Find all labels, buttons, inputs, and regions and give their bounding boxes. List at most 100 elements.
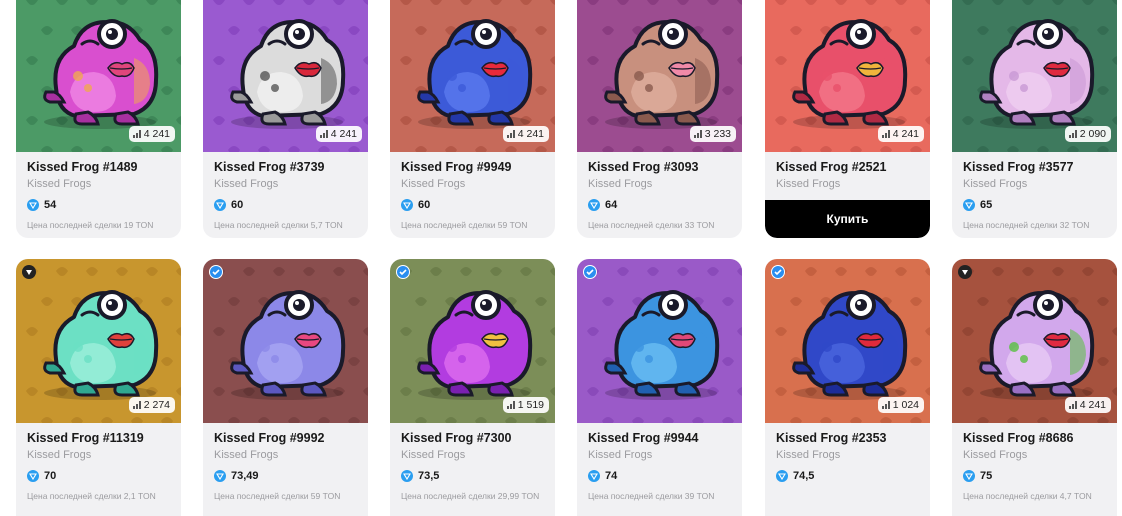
ton-icon (776, 470, 788, 482)
supply-count: 3 233 (689, 126, 736, 142)
price-value: 73,5 (418, 470, 440, 482)
nft-grid: 4 241 Kissed Frog #1489 Kissed Frogs 54 … (0, 0, 1122, 516)
last-sale-price: Цена последней сделки 59 TON (401, 220, 528, 230)
nft-card[interactable]: 2 274 Kissed Frog #11319 Kissed Frogs 70… (16, 259, 181, 516)
nft-card[interactable]: Kissed Frog #9944 Kissed Frogs 74 Цена п… (577, 259, 742, 516)
collection-name[interactable]: Kissed Frogs (401, 449, 547, 461)
signal-bars-icon (506, 401, 515, 409)
supply-count-value: 4 241 (892, 128, 919, 140)
nft-thumbnail[interactable]: 2 090 (952, 0, 1117, 152)
nft-thumbnail[interactable]: 4 241 (16, 0, 181, 152)
nft-title[interactable]: Kissed Frog #7300 (401, 431, 547, 445)
price-value: 75 (980, 470, 993, 482)
signal-bars-icon (132, 401, 141, 409)
signal-bars-icon (693, 130, 702, 138)
nft-title[interactable]: Kissed Frog #3093 (588, 160, 734, 174)
price: 54 (27, 199, 173, 211)
nft-title[interactable]: Kissed Frog #1489 (27, 160, 173, 174)
supply-count-value: 4 241 (143, 128, 170, 140)
nft-card[interactable]: 4 241 Kissed Frog #9949 Kissed Frogs 60 … (390, 0, 555, 238)
supply-count-value: 3 233 (704, 128, 731, 140)
nft-title[interactable]: Kissed Frog #3577 (963, 160, 1109, 174)
nft-title[interactable]: Kissed Frog #11319 (27, 431, 173, 445)
price-value: 60 (418, 199, 431, 211)
last-sale-price: Цена последней сделки 29,99 TON (401, 491, 540, 501)
price-value: 64 (605, 199, 618, 211)
collection-name[interactable]: Kissed Frogs (27, 449, 173, 461)
collection-name[interactable]: Kissed Frogs (588, 449, 734, 461)
premium-badge-icon (22, 265, 36, 279)
ton-icon (588, 470, 600, 482)
ton-icon (588, 199, 600, 211)
verified-badge-icon (396, 265, 410, 279)
signal-bars-icon (881, 401, 890, 409)
collection-name[interactable]: Kissed Frogs (401, 178, 547, 190)
supply-count: 4 241 (502, 126, 549, 142)
nft-thumbnail[interactable] (577, 259, 742, 423)
ton-icon (214, 470, 226, 482)
nft-title[interactable]: Kissed Frog #9944 (588, 431, 734, 445)
nft-thumbnail[interactable]: 4 241 (952, 259, 1117, 423)
supply-count: 1 024 (877, 397, 924, 413)
nft-title[interactable]: Kissed Frog #9992 (214, 431, 360, 445)
nft-card[interactable]: 1 519 Kissed Frog #7300 Kissed Frogs 73,… (390, 259, 555, 516)
collection-name[interactable]: Kissed Frogs (963, 449, 1109, 461)
price: 60 (401, 199, 547, 211)
collection-name[interactable]: Kissed Frogs (214, 449, 360, 461)
nft-card[interactable]: Kissed Frog #9992 Kissed Frogs 73,49 Цен… (203, 259, 368, 516)
price: 70 (27, 470, 173, 482)
collection-name[interactable]: Kissed Frogs (776, 449, 922, 461)
verified-badge-icon (771, 265, 785, 279)
price: 64 (588, 199, 734, 211)
last-sale-price: Цена последней сделки 4,7 TON (963, 491, 1092, 501)
supply-count-value: 1 024 (892, 399, 919, 411)
nft-title[interactable]: Kissed Frog #2353 (776, 431, 922, 445)
last-sale-price: Цена последней сделки 5,7 TON (214, 220, 343, 230)
signal-bars-icon (1068, 130, 1077, 138)
ton-icon (963, 199, 975, 211)
supply-count-value: 1 519 (517, 399, 544, 411)
price-value: 74,5 (793, 470, 815, 482)
ton-icon (401, 199, 413, 211)
nft-thumbnail[interactable]: 1 024 (765, 259, 930, 423)
nft-title[interactable]: Kissed Frog #9949 (401, 160, 547, 174)
nft-title[interactable]: Kissed Frog #8686 (963, 431, 1109, 445)
supply-count: 1 519 (502, 397, 549, 413)
verified-badge-icon (583, 265, 597, 279)
nft-card[interactable]: 4 241 Kissed Frog #1489 Kissed Frogs 54 … (16, 0, 181, 238)
nft-card[interactable]: 4 241 Kissed Frog #3739 Kissed Frogs 60 … (203, 0, 368, 238)
ton-icon (401, 470, 413, 482)
collection-name[interactable]: Kissed Frogs (588, 178, 734, 190)
nft-thumbnail[interactable] (203, 259, 368, 423)
signal-bars-icon (132, 130, 141, 138)
nft-thumbnail[interactable]: 2 274 (16, 259, 181, 423)
price: 60 (214, 199, 360, 211)
collection-name[interactable]: Kissed Frogs (776, 178, 922, 190)
nft-title[interactable]: Kissed Frog #2521 (776, 160, 922, 174)
nft-thumbnail[interactable]: 3 233 (577, 0, 742, 152)
last-sale-price: Цена последней сделки 59 TON (214, 491, 341, 501)
ton-icon (963, 470, 975, 482)
nft-thumbnail[interactable]: 4 241 (390, 0, 555, 152)
ton-icon (27, 470, 39, 482)
buy-button[interactable]: Купить (765, 200, 930, 238)
collection-name[interactable]: Kissed Frogs (214, 178, 360, 190)
nft-card[interactable]: 4 241 Kissed Frog #8686 Kissed Frogs 75 … (952, 259, 1117, 516)
price: 74,5 (776, 470, 922, 482)
nft-card[interactable]: 2 090 Kissed Frog #3577 Kissed Frogs 65 … (952, 0, 1117, 238)
frog-image (604, 290, 720, 400)
frog-image (230, 290, 346, 400)
nft-thumbnail[interactable]: 1 519 (390, 259, 555, 423)
collection-name[interactable]: Kissed Frogs (27, 178, 173, 190)
nft-thumbnail[interactable]: 4 241 (203, 0, 368, 152)
nft-card[interactable]: 4 241 Kissed Frog #2521 Kissed Frogs Куп… (765, 0, 930, 238)
nft-card[interactable]: 3 233 Kissed Frog #3093 Kissed Frogs 64 … (577, 0, 742, 238)
nft-card[interactable]: 1 024 Kissed Frog #2353 Kissed Frogs 74,… (765, 259, 930, 516)
nft-title[interactable]: Kissed Frog #3739 (214, 160, 360, 174)
collection-name[interactable]: Kissed Frogs (963, 178, 1109, 190)
price-value: 60 (231, 199, 244, 211)
price-value: 73,49 (231, 470, 259, 482)
ton-icon (27, 199, 39, 211)
nft-thumbnail[interactable]: 4 241 (765, 0, 930, 152)
signal-bars-icon (319, 130, 328, 138)
